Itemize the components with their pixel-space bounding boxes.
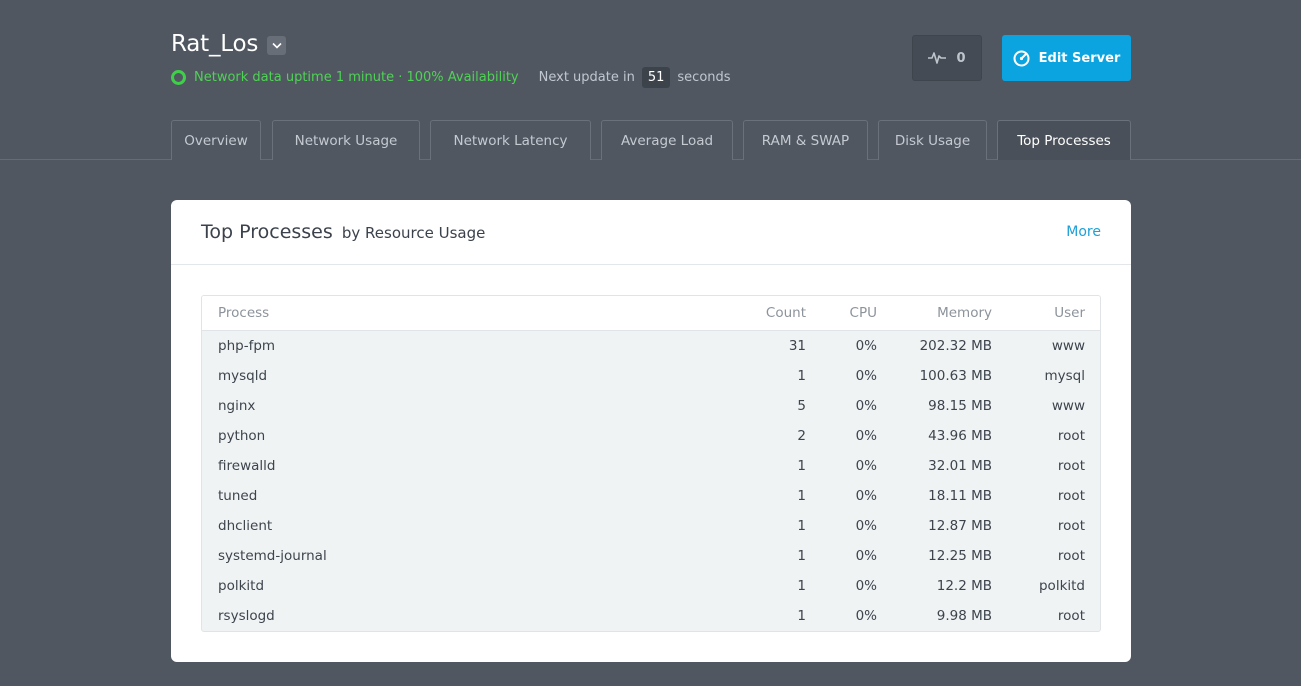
cell-memory: 9.98 MB — [936, 608, 992, 624]
cell-process: dhclient — [218, 518, 273, 534]
server-title: Rat_Los — [171, 31, 287, 57]
column-header-memory[interactable]: Memory — [877, 305, 992, 321]
next-update-label: Next update in — [538, 70, 635, 85]
cell-process: firewalld — [218, 458, 276, 474]
card-title: Top Processes — [201, 221, 333, 243]
cell-memory: 100.63 MB — [919, 368, 992, 384]
tab-top-processes[interactable]: Top Processes — [997, 120, 1131, 160]
cell-count: 1 — [797, 368, 806, 384]
cell-user: root — [1057, 428, 1085, 444]
cell-memory: 12.2 MB — [936, 578, 992, 594]
table-row: nginx 5 0% 98.15 MB www — [202, 391, 1100, 421]
tab-ram-swap[interactable]: RAM & SWAP — [743, 120, 868, 160]
cell-count: 1 — [797, 608, 806, 624]
cell-user: www — [1051, 398, 1085, 414]
table-row: rsyslogd 1 0% 9.98 MB root — [202, 601, 1100, 631]
cell-process: python — [218, 428, 266, 444]
cell-count: 1 — [797, 488, 806, 504]
cell-count: 1 — [797, 548, 806, 564]
server-name: Rat_Los — [171, 31, 259, 57]
cell-count: 1 — [797, 518, 806, 534]
table-body: php-fpm 31 0% 202.32 MB www mysqld 1 0% 100.63 M… — [202, 331, 1100, 631]
processes-table: Process Count CPU Memory User php-fpm 31 0… — [201, 295, 1101, 632]
cell-user: mysql — [1044, 368, 1086, 384]
tab-network-latency[interactable]: Network Latency — [430, 120, 591, 160]
cell-process: rsyslogd — [218, 608, 275, 624]
cell-memory: 202.32 MB — [919, 338, 992, 354]
cell-count: 1 — [797, 458, 806, 474]
cell-user: root — [1057, 458, 1085, 474]
cell-user: www — [1051, 338, 1085, 354]
cell-process: polkitd — [218, 578, 265, 594]
seconds-label: seconds — [677, 70, 731, 85]
cell-count: 1 — [797, 578, 806, 594]
cell-cpu: 0% — [855, 578, 877, 594]
card-header: Top Processes by Resource Usage More — [171, 200, 1131, 265]
cell-user: root — [1057, 548, 1085, 564]
cell-cpu: 0% — [855, 338, 877, 354]
uptime-status: Network data uptime 1 minute · 100% Avai… — [194, 70, 519, 85]
cell-cpu: 0% — [855, 488, 877, 504]
table-row: mysqld 1 0% 100.63 MB mysql — [202, 361, 1100, 391]
table-row: systemd-journal 1 0% 12.25 MB root — [202, 541, 1100, 571]
card-subtitle: by Resource Usage — [341, 224, 486, 242]
activity-button[interactable]: 0 — [912, 35, 982, 81]
column-header-process[interactable]: Process — [202, 305, 742, 321]
table-header: Process Count CPU Memory User — [202, 296, 1100, 331]
cell-user: root — [1057, 608, 1085, 624]
table-row: tuned 1 0% 18.11 MB root — [202, 481, 1100, 511]
table-row: dhclient 1 0% 12.87 MB root — [202, 511, 1100, 541]
more-link[interactable]: More — [1066, 224, 1101, 240]
table-row: python 2 0% 43.96 MB root — [202, 421, 1100, 451]
edit-server-button[interactable]: Edit Server — [1002, 35, 1131, 81]
pulse-icon — [928, 52, 947, 64]
update-countdown: 51 — [641, 67, 671, 88]
cell-count: 2 — [797, 428, 806, 444]
cell-count: 5 — [797, 398, 806, 414]
cell-memory: 18.11 MB — [928, 488, 992, 504]
edit-server-label: Edit Server — [1038, 50, 1121, 66]
table-row: php-fpm 31 0% 202.32 MB www — [202, 331, 1100, 361]
top-processes-card: Top Processes by Resource Usage More Pro… — [171, 200, 1131, 662]
cell-user: polkitd — [1038, 578, 1085, 594]
activity-count: 0 — [956, 50, 966, 66]
cell-memory: 12.87 MB — [928, 518, 992, 534]
cell-cpu: 0% — [855, 608, 877, 624]
card-heading: Top Processes by Resource Usage — [201, 221, 485, 243]
table-row: polkitd 1 0% 12.2 MB polkitd — [202, 571, 1100, 601]
cell-cpu: 0% — [855, 428, 877, 444]
status-indicator-icon — [171, 70, 186, 85]
cell-memory: 12.25 MB — [928, 548, 992, 564]
server-dropdown-button[interactable] — [267, 36, 287, 55]
tab-overview[interactable]: Overview — [171, 120, 261, 160]
cell-cpu: 0% — [855, 458, 877, 474]
column-header-cpu[interactable]: CPU — [806, 305, 877, 321]
cell-memory: 32.01 MB — [928, 458, 992, 474]
cell-user: root — [1057, 518, 1085, 534]
column-header-count[interactable]: Count — [742, 305, 806, 321]
tab-disk-usage[interactable]: Disk Usage — [878, 120, 987, 160]
tab-average-load[interactable]: Average Load — [601, 120, 733, 160]
cell-memory: 98.15 MB — [928, 398, 992, 414]
column-header-user[interactable]: User — [992, 305, 1085, 321]
table-row: firewalld 1 0% 32.01 MB root — [202, 451, 1100, 481]
cell-cpu: 0% — [855, 518, 877, 534]
cell-process: mysqld — [218, 368, 268, 384]
cell-process: systemd-journal — [218, 548, 327, 564]
cell-count: 31 — [788, 338, 806, 354]
gauge-icon — [1013, 50, 1030, 66]
cell-cpu: 0% — [855, 548, 877, 564]
cell-process: tuned — [218, 488, 258, 504]
cell-process: php-fpm — [218, 338, 276, 354]
cell-process: nginx — [218, 398, 256, 414]
cell-cpu: 0% — [855, 398, 877, 414]
status-line: Network data uptime 1 minute · 100% Avai… — [171, 67, 731, 88]
chevron-down-icon — [272, 42, 282, 49]
cell-memory: 43.96 MB — [928, 428, 992, 444]
tab-network-usage[interactable]: Network Usage — [272, 120, 420, 160]
cell-cpu: 0% — [855, 368, 877, 384]
cell-user: root — [1057, 488, 1085, 504]
